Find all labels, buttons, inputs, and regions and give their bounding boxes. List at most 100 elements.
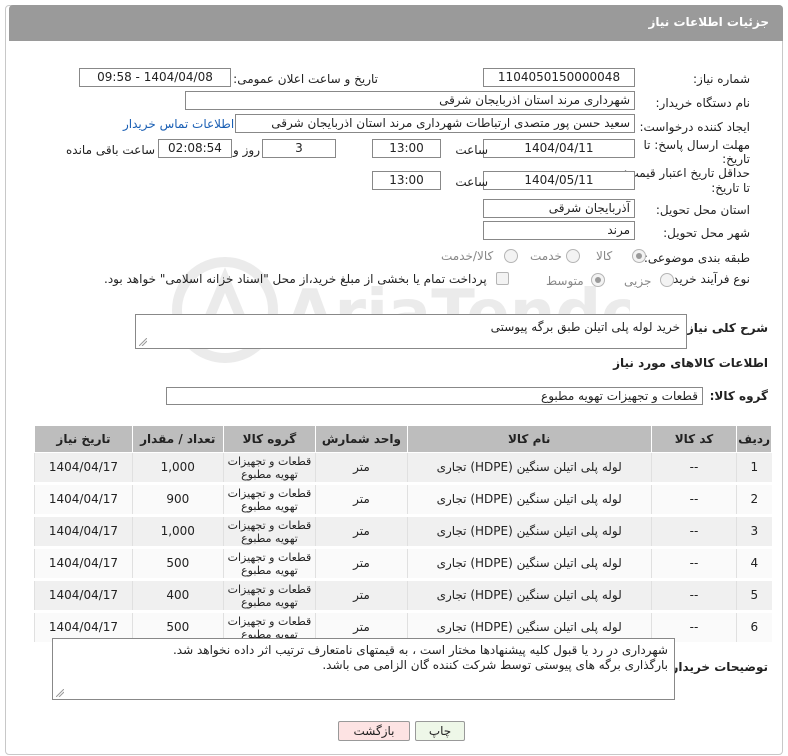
cell-row: 1: [736, 452, 772, 485]
col-group: گروه کالا: [222, 425, 317, 453]
description-label: شرح کلی نیاز:: [682, 321, 768, 335]
deadline-date-field: 1404/04/11: [483, 139, 635, 158]
announce-field: 1404/04/08 - 09:58: [79, 68, 231, 87]
cell-unit: متر: [315, 547, 408, 581]
deadline-label: مهلت ارسال پاسخ: تا: [643, 138, 750, 152]
cell-group: قطعات و تجهیزات تهویه مطبوع: [222, 547, 316, 581]
process-option-medium: متوسط: [546, 274, 584, 288]
cell-unit: متر: [315, 483, 408, 517]
buyer-contact-link[interactable]: اطلاعات تماس خریدار: [123, 117, 234, 131]
process-radio-minor[interactable]: [660, 273, 674, 287]
cell-row: 6: [736, 611, 772, 645]
cell-date: 1404/04/17: [34, 547, 133, 581]
buyer-org-label: نام دستگاه خریدار:: [655, 96, 751, 110]
cell-code: --: [650, 452, 737, 485]
page-title: جزئیات اطلاعات نیاز: [648, 15, 769, 29]
deadline-time-field: 13:00: [372, 139, 441, 158]
col-row: ردیف: [736, 425, 772, 453]
category-radio-goods-service[interactable]: [504, 249, 518, 263]
resize-handle-icon: [56, 689, 64, 697]
requester-label: ایجاد کننده درخواست:: [639, 120, 750, 134]
buyer-notes-label: توضیحات خریدار:: [666, 660, 768, 674]
cell-name: لوله پلی اتیلن سنگین (HDPE) تجاری: [406, 515, 652, 549]
buyer-notes-line-2: بارگذاری برگه های پیوستی توسط شرکت کننده…: [322, 658, 668, 672]
process-option-minor: جزیی: [624, 274, 652, 288]
table-row: 2 -- لوله پلی اتیلن سنگین (HDPE) تجاری م…: [34, 483, 772, 517]
cell-date: 1404/04/17: [34, 515, 133, 549]
table-row: 1 -- لوله پلی اتیلن سنگین (HDPE) تجاری م…: [34, 452, 772, 485]
resize-handle-icon: [139, 338, 147, 346]
cell-date: 1404/04/17: [34, 483, 133, 517]
description-text: خرید لوله پلی اتیلن طبق برگه پیوستی: [490, 320, 680, 334]
need-number-field: 1104050150000048: [483, 68, 635, 87]
announce-label: تاریخ و ساعت اعلان عمومی:: [233, 72, 378, 86]
min-price-label-date: تا تاریخ:: [711, 181, 750, 195]
goods-group-field: قطعات و تجهیزات تهویه مطبوع: [166, 387, 703, 405]
buyer-notes-line-1: شهرداری در رد یا قبول کلیه پیشنهادها مخت…: [172, 643, 668, 657]
col-qty: تعداد / مقدار: [131, 425, 224, 453]
cell-qty: 1,000: [131, 515, 224, 549]
min-price-date-field: 1404/05/11: [483, 171, 635, 190]
treasury-checkbox[interactable]: [496, 272, 509, 285]
cell-code: --: [650, 579, 737, 613]
goods-table: ردیف کد کالا نام کالا واحد شمارش گروه کا…: [34, 425, 772, 645]
buyer-notes-textarea: شهرداری در رد یا قبول کلیه پیشنهادها مخت…: [52, 638, 675, 700]
cell-qty: 1,000: [131, 452, 224, 485]
goods-section-title: اطلاعات کالاهای مورد نیاز: [613, 356, 768, 370]
deadline-label-date: تاریخ:: [722, 152, 750, 166]
deadline-time-label: ساعت: [455, 143, 488, 157]
process-radio-medium[interactable]: [591, 273, 605, 287]
cell-qty: 500: [131, 547, 224, 581]
cell-row: 2: [736, 483, 772, 517]
cell-name: لوله پلی اتیلن سنگین (HDPE) تجاری: [406, 579, 652, 613]
table-row: 4 -- لوله پلی اتیلن سنگین (HDPE) تجاری م…: [34, 547, 772, 581]
category-radio-goods[interactable]: [632, 249, 646, 263]
province-field: آذربایجان شرقی: [483, 199, 635, 218]
col-date: تاریخ نیاز: [34, 425, 133, 453]
min-price-time-field: 13:00: [372, 171, 441, 190]
remaining-time-field: 02:08:54: [158, 139, 232, 158]
category-option-goods-service: کالا/خدمت: [441, 249, 494, 263]
description-textarea: خرید لوله پلی اتیلن طبق برگه پیوستی: [135, 314, 687, 349]
table-row: 3 -- لوله پلی اتیلن سنگین (HDPE) تجاری م…: [34, 515, 772, 549]
category-label: طبقه بندی موضوعی:: [643, 251, 750, 265]
treasury-note: پرداخت تمام یا بخشی از مبلغ خرید،از محل …: [104, 272, 487, 286]
cell-date: 1404/04/17: [34, 579, 133, 613]
cell-name: لوله پلی اتیلن سنگین (HDPE) تجاری: [406, 483, 652, 517]
table-row: 5 -- لوله پلی اتیلن سنگین (HDPE) تجاری م…: [34, 579, 772, 613]
category-radio-service[interactable]: [566, 249, 580, 263]
remaining-label: ساعت باقی مانده: [66, 143, 156, 157]
cell-code: --: [650, 483, 737, 517]
cell-unit: متر: [315, 579, 408, 613]
days-label: روز و: [233, 143, 260, 157]
cell-qty: 900: [131, 483, 224, 517]
days-field: 3: [262, 139, 336, 158]
cell-group: قطعات و تجهیزات تهویه مطبوع: [222, 579, 316, 613]
min-price-time-label: ساعت: [455, 175, 488, 189]
buyer-org-field: شهرداری مرند استان اذربایجان شرقی: [185, 91, 635, 110]
page-header: جزئیات اطلاعات نیاز: [9, 5, 783, 41]
cell-name: لوله پلی اتیلن سنگین (HDPE) تجاری: [406, 452, 652, 485]
cell-row: 5: [736, 579, 772, 613]
cell-qty: 400: [131, 579, 224, 613]
cell-name: لوله پلی اتیلن سنگین (HDPE) تجاری: [406, 547, 652, 581]
city-field: مرند: [483, 221, 635, 240]
print-button[interactable]: چاپ: [415, 721, 465, 741]
col-unit: واحد شمارش: [315, 425, 408, 453]
cell-code: --: [650, 515, 737, 549]
requester-field: سعید حسن پور متصدی ارتباطات شهرداری مرند…: [235, 114, 635, 133]
process-label: نوع فرآیند خرید :: [665, 272, 750, 286]
cell-code: --: [650, 547, 737, 581]
goods-group-label: گروه کالا:: [709, 389, 768, 403]
back-button[interactable]: بازگشت: [338, 721, 410, 741]
goods-table-header: ردیف کد کالا نام کالا واحد شمارش گروه کا…: [34, 425, 772, 453]
category-option-service: خدمت: [530, 249, 562, 263]
cell-unit: متر: [315, 515, 408, 549]
cell-date: 1404/04/17: [34, 452, 133, 485]
need-number-label: شماره نیاز:: [693, 72, 750, 86]
cell-row: 4: [736, 547, 772, 581]
city-label: شهر محل تحویل:: [663, 226, 750, 240]
col-code: کد کالا: [650, 425, 738, 453]
category-option-goods: کالا: [596, 249, 613, 263]
cell-group: قطعات و تجهیزات تهویه مطبوع: [222, 452, 316, 485]
